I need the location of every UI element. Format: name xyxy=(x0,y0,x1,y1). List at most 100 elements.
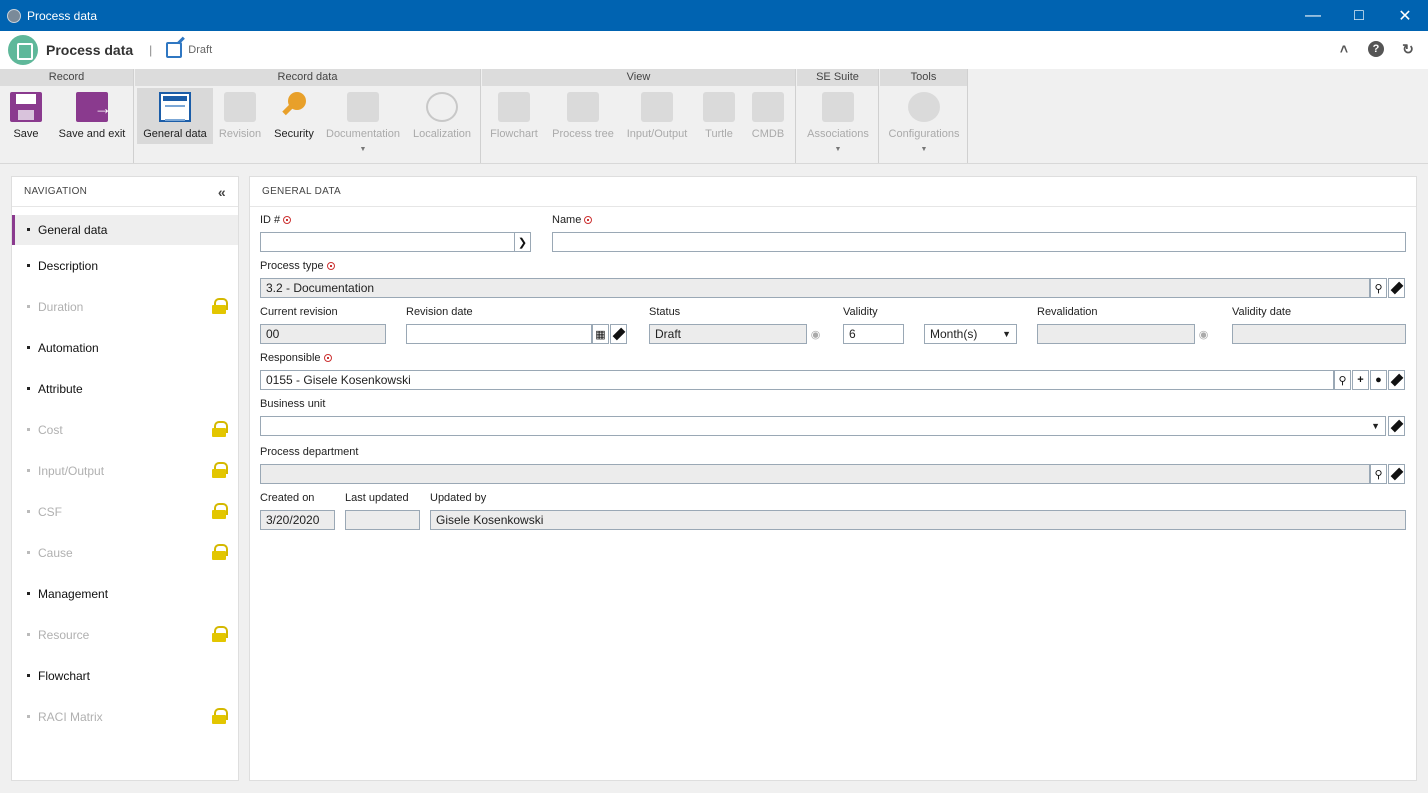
binoculars-icon: ◉ xyxy=(810,328,821,341)
lock-icon xyxy=(212,462,228,478)
validity-unit-select[interactable]: Month(s) ▼ xyxy=(924,324,1017,344)
turtle-image-icon xyxy=(703,92,735,122)
section-title: GENERAL DATA xyxy=(250,177,1416,207)
revision-icon xyxy=(224,92,256,122)
flowchart-button[interactable]: Flowchart xyxy=(486,88,542,144)
nav-item-resource[interactable]: Resource xyxy=(12,614,238,655)
dropdown-arrow-icon: ▼ xyxy=(359,146,367,153)
gear-icon xyxy=(908,92,940,122)
calendar-icon[interactable]: ▦ xyxy=(592,324,609,344)
navigation-header: NAVIGATION « xyxy=(12,177,238,207)
collapse-up-icon[interactable]: ˄ xyxy=(1336,41,1352,57)
documentation-button[interactable]: Documentation ▼ xyxy=(325,88,401,153)
dropdown-arrow-icon: ▼ xyxy=(920,146,928,153)
security-button[interactable]: Security xyxy=(269,88,319,144)
created-on-field: 3/20/2020 xyxy=(260,510,335,530)
created-on-label: Created on xyxy=(260,492,315,504)
nav-item-csf[interactable]: CSF xyxy=(12,491,238,532)
status-field: Draft xyxy=(649,324,807,344)
general-data-button[interactable]: General data xyxy=(137,88,213,144)
save-and-exit-button[interactable]: Save and exit xyxy=(56,88,128,144)
search-icon[interactable]: ⚲ xyxy=(1334,370,1351,390)
clear-brush-icon[interactable] xyxy=(1388,416,1405,436)
process-department-field[interactable] xyxy=(260,464,1370,484)
updated-by-field: Gisele Kosenkowski xyxy=(430,510,1406,530)
turtle-button[interactable]: Turtle xyxy=(698,88,740,144)
nav-item-attribute[interactable]: Attribute xyxy=(12,368,238,409)
nav-item-management[interactable]: Management xyxy=(12,573,238,614)
status-label: Status xyxy=(649,306,681,318)
nav-item-flowchart[interactable]: Flowchart xyxy=(12,655,238,696)
revision-date-input[interactable] xyxy=(406,324,592,344)
localization-button[interactable]: Localization xyxy=(409,88,475,144)
validity-label: Validity xyxy=(843,306,878,318)
general-data-panel: GENERAL DATA ID # ❯ Name Process type 3.… xyxy=(249,176,1417,781)
refresh-icon[interactable]: ↻ xyxy=(1400,41,1416,57)
minimize-button[interactable]: — xyxy=(1290,0,1336,31)
cmdb-button[interactable]: CMDB xyxy=(748,88,788,144)
business-unit-select[interactable]: ▼ xyxy=(260,416,1386,436)
globe-icon xyxy=(426,92,458,122)
nav-item-cause[interactable]: Cause xyxy=(12,532,238,573)
nav-item-automation[interactable]: Automation xyxy=(12,327,238,368)
save-button[interactable]: Save xyxy=(6,88,46,144)
lock-icon xyxy=(212,544,228,560)
nav-item-description[interactable]: Description xyxy=(12,245,238,286)
validity-date-field xyxy=(1232,324,1406,344)
navigation-panel: NAVIGATION « General data Description Du… xyxy=(11,176,239,781)
revision-button[interactable]: Revision xyxy=(215,88,265,144)
lock-icon xyxy=(212,708,228,724)
responsible-label: Responsible xyxy=(260,352,332,364)
clear-brush-icon[interactable] xyxy=(1388,370,1405,390)
search-icon[interactable]: ⚲ xyxy=(1370,464,1387,484)
required-icon xyxy=(584,216,593,224)
process-type-field[interactable]: 3.2 - Documentation xyxy=(260,278,1370,298)
id-input[interactable] xyxy=(260,232,515,252)
form-icon xyxy=(159,92,191,122)
name-input[interactable] xyxy=(552,232,1406,252)
next-arrow-button[interactable]: ❯ xyxy=(514,232,531,252)
search-icon[interactable]: ⚲ xyxy=(1370,278,1387,298)
process-tree-button[interactable]: Process tree xyxy=(550,88,616,144)
lock-icon xyxy=(212,421,228,437)
current-revision-field: 00 xyxy=(260,324,386,344)
associations-button[interactable]: Associations ▼ xyxy=(801,88,875,153)
nav-item-cost[interactable]: Cost xyxy=(12,409,238,450)
required-icon xyxy=(323,354,332,362)
ribbon-group-tools: Tools Configurations ▼ xyxy=(880,69,968,163)
key-icon xyxy=(278,92,310,122)
current-revision-label: Current revision xyxy=(260,306,338,318)
nav-item-duration[interactable]: Duration xyxy=(12,286,238,327)
clear-brush-icon[interactable] xyxy=(1388,278,1405,298)
save-icon xyxy=(10,92,42,122)
dropdown-arrow-icon: ▼ xyxy=(1371,421,1380,431)
revision-date-label: Revision date xyxy=(406,306,473,318)
nav-item-input-output[interactable]: Input/Output xyxy=(12,450,238,491)
input-output-button[interactable]: Input/Output xyxy=(626,88,688,144)
ribbon-toolbar: Record Save Save and exit Record data Ge… xyxy=(0,69,1428,164)
user-icon[interactable]: ● xyxy=(1370,370,1387,390)
nav-item-raci-matrix[interactable]: RACI Matrix xyxy=(12,696,238,737)
maximize-button[interactable]: □ xyxy=(1336,0,1382,31)
binoculars-icon: ◉ xyxy=(1198,328,1209,341)
nav-item-general-data[interactable]: General data xyxy=(12,215,238,245)
image-icon xyxy=(641,92,673,122)
flowchart-icon xyxy=(498,92,530,122)
page-header: Process data | Draft ˄ ? ↻ xyxy=(0,31,1428,69)
clear-brush-icon[interactable] xyxy=(1388,464,1405,484)
add-icon[interactable]: + xyxy=(1352,370,1369,390)
responsible-field[interactable]: 0155 - Gisele Kosenkowski xyxy=(260,370,1334,390)
associations-icon xyxy=(822,92,854,122)
revalidation-field xyxy=(1037,324,1195,344)
help-icon[interactable]: ? xyxy=(1368,41,1384,57)
close-button[interactable]: ✕ xyxy=(1382,0,1428,31)
configurations-button[interactable]: Configurations ▼ xyxy=(884,88,964,153)
collapse-left-icon[interactable]: « xyxy=(218,184,226,200)
validity-input[interactable]: 6 xyxy=(843,324,904,344)
id-label: ID # xyxy=(260,214,292,226)
required-icon xyxy=(283,216,292,224)
process-logo-icon xyxy=(8,35,38,65)
name-label: Name xyxy=(552,214,593,226)
folder-icon xyxy=(347,92,379,122)
clear-brush-icon[interactable] xyxy=(610,324,627,344)
